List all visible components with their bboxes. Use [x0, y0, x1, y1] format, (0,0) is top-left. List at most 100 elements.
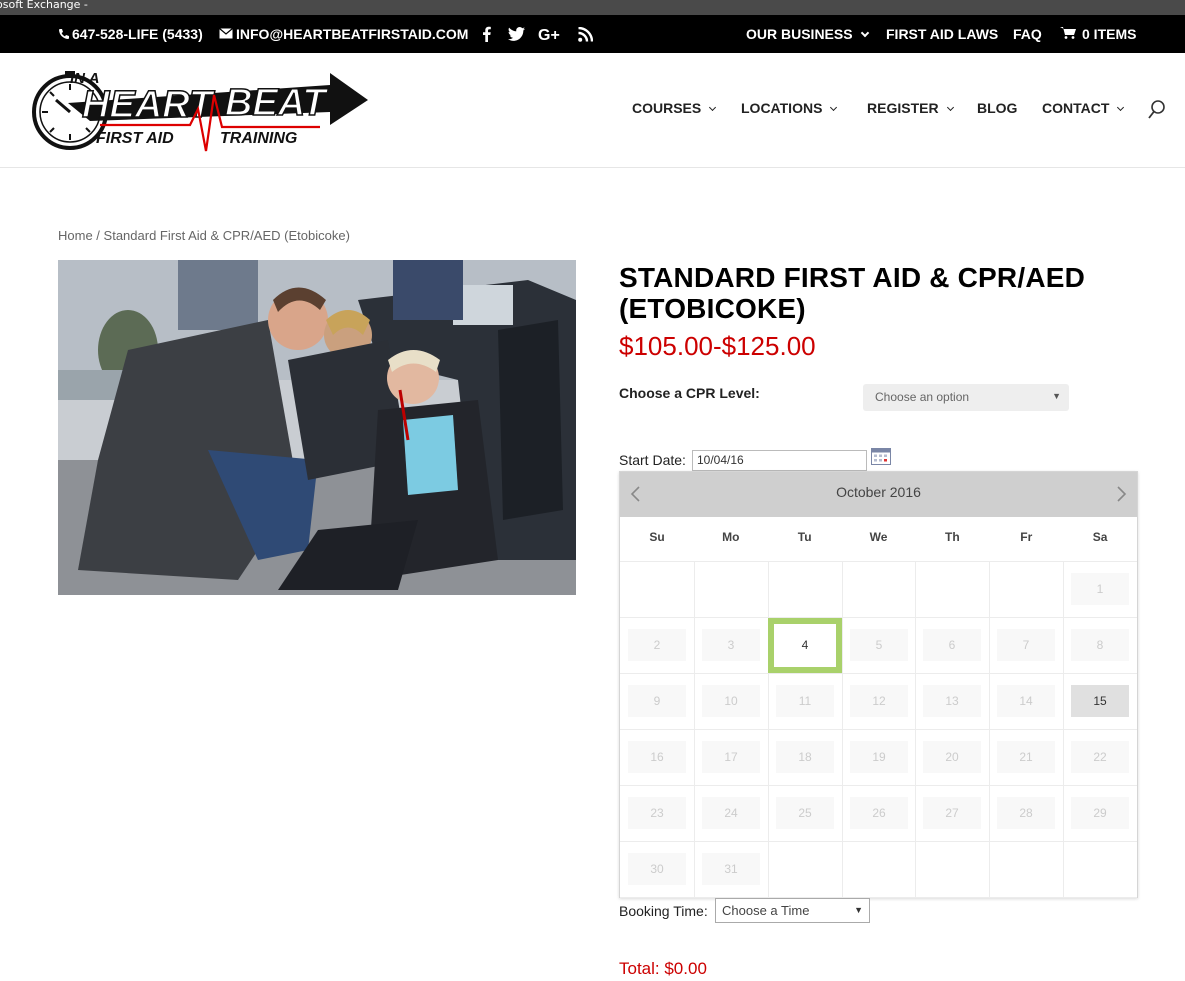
- nav-courses[interactable]: COURSES: [632, 100, 717, 116]
- nav-label: CONTACT: [1042, 100, 1110, 116]
- site-header: HEART BEAT IN A FIRST AID TRAINING COURS…: [0, 53, 1185, 168]
- calendar-day: 13: [923, 685, 981, 717]
- chevron-down-icon: [830, 103, 838, 112]
- rss-icon[interactable]: [576, 25, 594, 43]
- calendar-gridline: [620, 673, 1137, 674]
- weekday-header: Fr: [1020, 530, 1033, 544]
- menu-label: FIRST AID LAWS: [886, 26, 999, 42]
- calendar-day: 9: [628, 685, 686, 717]
- nav-label: REGISTER: [867, 100, 939, 116]
- datepicker-calendar: October 2016 Su Mo Tu We Th Fr Sa 1 2 3 4 5 6 7 8 9 10 1…: [619, 471, 1138, 898]
- calendar-gridline: [620, 841, 1137, 842]
- envelope-icon: [219, 28, 233, 39]
- chevron-down-icon: [860, 28, 869, 38]
- cpr-level-value: Choose an option: [875, 390, 970, 404]
- booking-time-select[interactable]: Choose a Time ▼: [715, 898, 870, 923]
- chevron-down-icon: [1117, 103, 1125, 112]
- calendar-day: 25: [776, 797, 834, 829]
- logo-beat-text: BEAT: [225, 82, 328, 124]
- calendar-day: 16: [628, 741, 686, 773]
- twitter-icon[interactable]: [506, 25, 526, 43]
- weekday-header: We: [869, 530, 888, 544]
- weekday-header: Mo: [722, 530, 740, 544]
- calendar-gridline: [1063, 561, 1064, 897]
- dropdown-arrow-icon: ▼: [854, 905, 863, 915]
- logo-heart-text: HEART: [82, 84, 215, 126]
- calendar-day: 29: [1071, 797, 1129, 829]
- calendar-gridline: [694, 561, 695, 897]
- product-image[interactable]: [58, 260, 576, 595]
- calendar-gridline: [620, 617, 1137, 618]
- calendar-day: 23: [628, 797, 686, 829]
- menu-first-aid-laws[interactable]: FIRST AID LAWS: [886, 15, 998, 53]
- chevron-down-icon: [709, 103, 717, 112]
- cpr-level-select[interactable]: Choose an option ▼: [863, 384, 1069, 411]
- calendar-day: 7: [997, 629, 1055, 661]
- nav-label: LOCATIONS: [741, 100, 823, 116]
- cart-link[interactable]: 0 ITEMS: [1060, 15, 1136, 53]
- phone-link[interactable]: 647-528-LIFE (5433): [58, 15, 203, 53]
- menu-faq[interactable]: FAQ: [1013, 15, 1042, 53]
- svg-text:G+: G+: [538, 27, 560, 42]
- product-price: $105.00-$125.00: [619, 331, 816, 361]
- site-logo[interactable]: HEART BEAT IN A FIRST AID TRAINING: [30, 65, 370, 155]
- calendar-day: 6: [923, 629, 981, 661]
- browser-tab-text: osoft Exchange -: [0, 0, 88, 11]
- logo-training-text: TRAINING: [220, 130, 297, 147]
- cart-count: 0 ITEMS: [1082, 26, 1137, 42]
- email-link[interactable]: INFO@HEARTBEATFIRSTAID.COM: [219, 15, 468, 53]
- calendar-day: 26: [850, 797, 908, 829]
- menu-our-business[interactable]: OUR BUSINESS: [746, 15, 869, 53]
- calendar-day[interactable]: 4: [768, 618, 842, 673]
- calendar-icon[interactable]: [871, 447, 891, 465]
- calendar-month-title: October 2016: [836, 484, 921, 500]
- facebook-icon[interactable]: [478, 25, 494, 43]
- cart-icon: [1060, 27, 1076, 39]
- start-date-label: Start Date:: [619, 452, 686, 468]
- breadcrumb-current: Standard First Aid & CPR/AED (Etobicoke): [103, 228, 350, 243]
- calendar-day[interactable]: 15: [1071, 685, 1129, 717]
- calendar-day: 10: [702, 685, 760, 717]
- nav-locations[interactable]: LOCATIONS: [741, 100, 838, 116]
- calendar-day: 12: [850, 685, 908, 717]
- menu-label: OUR BUSINESS: [746, 26, 853, 42]
- calendar-day: 24: [702, 797, 760, 829]
- calendar-gridline: [989, 561, 990, 897]
- product-title: STANDARD FIRST AID & CPR/AED (ETOBICOKE): [619, 262, 1086, 324]
- logo-in-a-text: IN A: [70, 70, 99, 87]
- breadcrumb: Home / Standard First Aid & CPR/AED (Eto…: [58, 228, 350, 243]
- weekday-header: Tu: [797, 530, 812, 544]
- calendar-gridline: [620, 897, 1137, 898]
- nav-register[interactable]: REGISTER: [867, 100, 954, 116]
- calendar-day: 18: [776, 741, 834, 773]
- calendar-day: 20: [923, 741, 981, 773]
- calendar-gridline: [620, 729, 1137, 730]
- calendar-day: 3: [702, 629, 760, 661]
- calendar-day: 22: [1071, 741, 1129, 773]
- calendar-day: 14: [997, 685, 1055, 717]
- phone-icon: [59, 29, 69, 39]
- calendar-day: 5: [850, 629, 908, 661]
- calendar-gridline: [620, 785, 1137, 786]
- breadcrumb-home[interactable]: Home: [58, 228, 93, 243]
- calendar-header: October 2016: [620, 472, 1137, 517]
- calendar-gridline: [620, 561, 1137, 562]
- google-plus-icon[interactable]: G+: [537, 25, 563, 43]
- start-date-input[interactable]: 10/04/16: [692, 450, 867, 471]
- calendar-gridline: [768, 561, 769, 897]
- calendar-day: 2: [628, 629, 686, 661]
- calendar-day: 1: [1071, 573, 1129, 605]
- nav-label: BLOG: [977, 100, 1018, 116]
- chevron-right-icon[interactable]: [1111, 484, 1131, 504]
- nav-blog[interactable]: BLOG: [977, 100, 1017, 116]
- top-bar: 647-528-LIFE (5433) INFO@HEARTBEATFIRSTA…: [0, 15, 1185, 53]
- calendar-gridline: [842, 561, 843, 897]
- calendar-day: 30: [628, 853, 686, 885]
- email-address: INFO@HEARTBEATFIRSTAID.COM: [236, 26, 469, 42]
- weekday-header: Su: [649, 530, 665, 544]
- booking-time-label: Booking Time:: [619, 903, 708, 919]
- nav-contact[interactable]: CONTACT: [1042, 100, 1125, 116]
- calendar-day: 27: [923, 797, 981, 829]
- search-icon[interactable]: [1148, 100, 1166, 120]
- phone-number: 647-528-LIFE (5433): [72, 26, 203, 42]
